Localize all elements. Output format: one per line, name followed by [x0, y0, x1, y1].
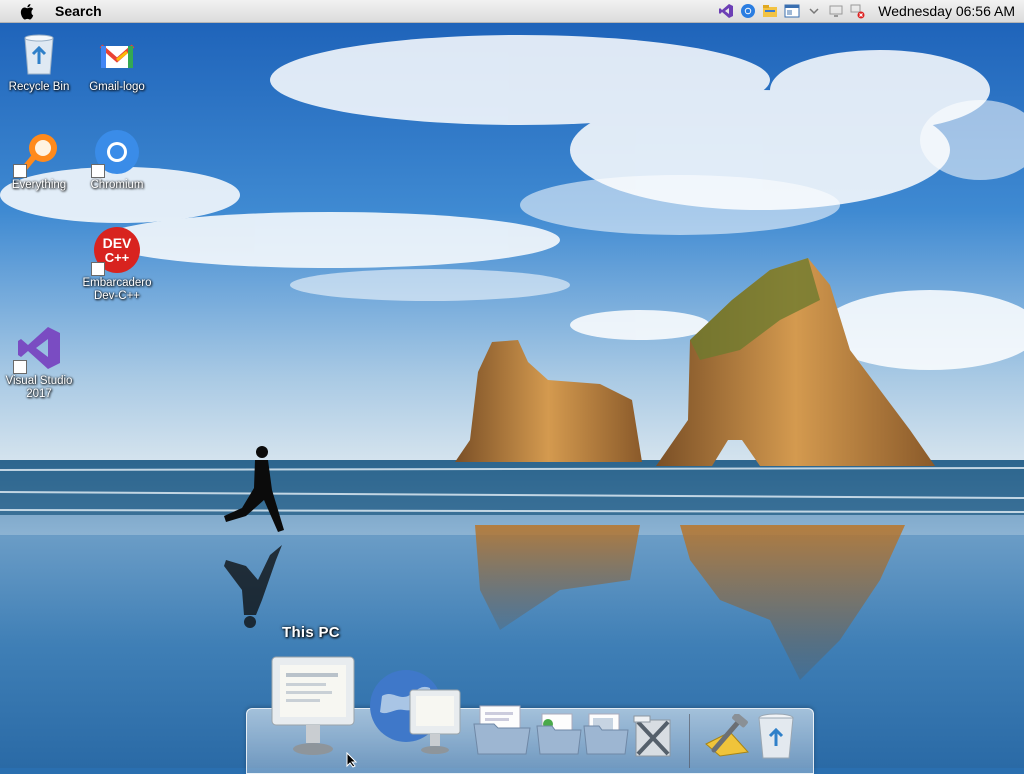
dock-item-downloads[interactable]	[536, 712, 582, 761]
dock-item-utilities[interactable]	[700, 712, 752, 765]
shortcut-arrow-icon	[13, 164, 27, 178]
recycle-bin-icon	[15, 30, 63, 78]
network-globe-icon	[370, 670, 461, 754]
documents-folder-icon	[473, 705, 531, 755]
system-tray: Wednesday 06:56 AM	[718, 0, 1024, 22]
devcpp-icon-text: DEV	[103, 235, 132, 251]
dock-separator	[689, 714, 690, 768]
visual-studio-icon[interactable]	[718, 3, 734, 19]
chromium-icon	[91, 128, 141, 178]
desktop-icon-devcpp[interactable]: DEV C++ Embarcadero Dev-C++	[79, 226, 155, 303]
utilities-tools-icon	[705, 712, 749, 757]
desktop-icon-label: Everything	[11, 179, 67, 191]
dock-item-trash[interactable]	[756, 712, 796, 767]
mouse-cursor-icon	[346, 752, 358, 768]
desktop-icon-visual-studio[interactable]: Visual Studio 2017	[1, 324, 77, 401]
apple-logo-icon[interactable]	[20, 2, 36, 20]
dock-item-this-pc[interactable]	[268, 655, 358, 764]
menu-clock[interactable]: Wednesday 06:56 AM	[878, 3, 1015, 19]
menu-search[interactable]: Search	[55, 3, 102, 19]
shortcut-arrow-icon	[91, 164, 105, 178]
desktop-icon-recycle-bin[interactable]: Recycle Bin	[1, 30, 77, 94]
window-icon[interactable]	[784, 3, 800, 19]
trash-icon	[758, 713, 794, 759]
top-menu-bar: Search Wednesday 06:56 AM	[0, 0, 1024, 23]
desktop-icon-label: Gmail-logo	[89, 81, 145, 93]
shortcut-arrow-icon	[13, 360, 27, 374]
devcpp-icon-text: C++	[105, 250, 130, 265]
dock-item-network[interactable]	[368, 666, 464, 761]
desktop-icon-gmail-logo[interactable]: Gmail-logo	[79, 30, 155, 94]
chromium-icon[interactable]	[740, 3, 756, 19]
downloads-folder-icon	[536, 713, 582, 755]
dock-hover-label: This PC	[282, 624, 340, 641]
desktop-wallpaper	[0, 0, 1024, 768]
visual-studio-icon	[13, 324, 63, 374]
desktop-icon-label: Recycle Bin	[8, 81, 70, 93]
file-explorer-icon[interactable]	[762, 3, 778, 19]
this-pc-icon	[271, 656, 355, 755]
everything-search-icon	[13, 128, 63, 178]
desktop-icon-label: Embarcadero Dev-C++	[82, 277, 152, 302]
desktop-icon-label: Chromium	[90, 179, 144, 191]
dock-item-documents[interactable]	[472, 704, 532, 761]
desktop-icon-everything[interactable]: Everything	[1, 128, 77, 192]
applications-folder-icon	[633, 715, 671, 757]
gmail-icon	[93, 30, 141, 78]
desktop-icon-chromium[interactable]: Chromium	[79, 128, 155, 192]
dock-item-pictures[interactable]	[583, 712, 629, 761]
display-icon[interactable]	[828, 3, 844, 19]
dock-item-applications[interactable]	[630, 714, 676, 765]
shortcut-arrow-icon	[91, 262, 105, 276]
pictures-folder-icon	[583, 713, 629, 755]
chevron-down-icon[interactable]	[806, 3, 822, 19]
devcpp-icon: DEV C++	[91, 226, 141, 276]
desktop-icon-label: Visual Studio 2017	[5, 375, 73, 400]
network-disconnected-icon[interactable]	[850, 3, 866, 19]
